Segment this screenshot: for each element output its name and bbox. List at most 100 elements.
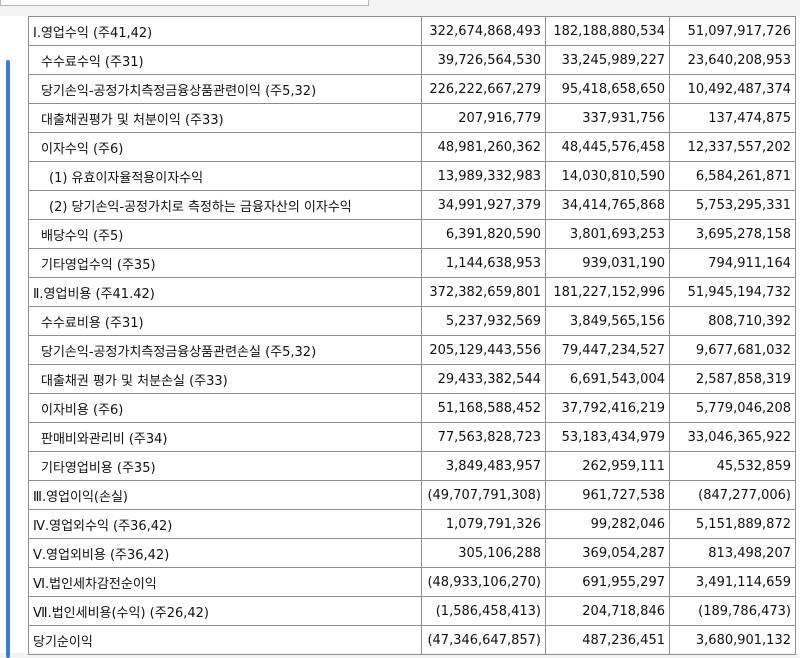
amount-cell-period-2: 487,236,451 (545, 625, 670, 655)
amount-cell-period-2: 939,031,190 (545, 248, 670, 278)
table-row: 당기순이익 (47,346,647,857) 487,236,451 3,680,90… (28, 625, 796, 655)
table-row: Ⅰ.영업수익 (주41,42) 322,674,868,493 182,188,88… (28, 16, 796, 46)
amount-cell-period-1: (48,933,106,270) (421, 567, 546, 597)
amount-cell-period-1: (1,586,458,413) (421, 596, 546, 626)
row-label: 당기손익-공정가치측정금융상품관련손실 (주5,32) (28, 335, 422, 365)
table-row: 기타영업수익 (주35) 1,144,638,953 939,031,190 794,… (28, 248, 796, 278)
amount-cell-period-2: 95,418,658,650 (545, 74, 670, 104)
row-label: Ⅴ.영업외비용 (주36,42) (28, 538, 422, 568)
amount-cell-period-3: 45,532,859 (669, 451, 796, 481)
row-label: Ⅶ.법인세비용(수익) (주26,42) (28, 596, 422, 626)
table-row: (1) 유효이자율적용이자수익 13,989,332,983 14,030,810,… (28, 161, 796, 191)
table-row: 판매비와관리비 (주34) 77,563,828,723 53,183,434,97… (28, 422, 796, 452)
amount-cell-period-2: 99,282,046 (545, 509, 670, 539)
amount-cell-period-2: 6,691,543,004 (545, 364, 670, 394)
row-label: Ⅰ.영업수익 (주41,42) (28, 16, 422, 46)
amount-cell-period-1: 207,916,779 (421, 103, 546, 133)
amount-cell-period-2: 79,447,234,527 (545, 335, 670, 365)
row-label: 이자비용 (주6) (28, 393, 422, 423)
amount-cell-period-3: 6,584,261,871 (669, 161, 796, 191)
amount-cell-period-2: 691,955,297 (545, 567, 670, 597)
amount-cell-period-1: 13,989,332,983 (421, 161, 546, 191)
row-label: 당기순이익 (28, 625, 422, 655)
amount-cell-period-3: 3,491,114,659 (669, 567, 796, 597)
table-row: 수수료비용 (주31) 5,237,932,569 3,849,565,156 808… (28, 306, 796, 336)
amount-cell-period-2: 33,245,989,227 (545, 45, 670, 75)
amount-cell-period-2: 53,183,434,979 (545, 422, 670, 452)
amount-cell-period-1: 205,129,443,556 (421, 335, 546, 365)
amount-cell-period-3: 12,337,557,202 (669, 132, 796, 162)
amount-cell-period-1: 29,433,382,544 (421, 364, 546, 394)
amount-cell-period-1: 6,391,820,590 (421, 219, 546, 249)
amount-cell-period-2: 182,188,880,534 (545, 16, 670, 46)
amount-cell-period-3: 3,680,901,132 (669, 625, 796, 655)
table-row: 배당수익 (주5) 6,391,820,590 3,801,693,253 3,695… (28, 219, 796, 249)
amount-cell-period-3: 794,911,164 (669, 248, 796, 278)
row-label: 대출채권 평가 및 처분손실 (주33) (28, 364, 422, 394)
vertical-scrollbar[interactable] (6, 60, 10, 658)
amount-cell-period-2: 369,054,287 (545, 538, 670, 568)
amount-cell-period-1: 305,106,288 (421, 538, 546, 568)
table-row: 기타영업비용 (주35) 3,849,483,957 262,959,111 45,5… (28, 451, 796, 481)
document-viewport[interactable]: Ⅰ.영업수익 (주41,42) 322,674,868,493 182,188,88… (0, 16, 800, 658)
top-toolbar-strip (0, 0, 800, 16)
top-input-box[interactable] (0, 0, 369, 6)
table-body: Ⅰ.영업수익 (주41,42) 322,674,868,493 182,188,88… (28, 16, 796, 655)
amount-cell-period-3: 10,492,487,374 (669, 74, 796, 104)
row-label: 당기손익-공정가치측정금융상품관련이익 (주5,32) (28, 74, 422, 104)
amount-cell-period-1: 39,726,564,530 (421, 45, 546, 75)
amount-cell-period-3: 9,677,681,032 (669, 335, 796, 365)
table-row: 당기손익-공정가치측정금융상품관련이익 (주5,32) 226,222,667,2… (28, 74, 796, 104)
row-label: Ⅲ.영업이익(손실) (28, 480, 422, 510)
table-row: 대출채권평가 및 처분이익 (주33) 207,916,779 337,931,75… (28, 103, 796, 133)
row-label: 대출채권평가 및 처분이익 (주33) (28, 103, 422, 133)
amount-cell-period-2: 37,792,416,219 (545, 393, 670, 423)
amount-cell-period-3: 51,097,917,726 (669, 16, 796, 46)
row-label: 수수료수익 (주31) (28, 45, 422, 75)
amount-cell-period-1: 322,674,868,493 (421, 16, 546, 46)
row-label: 기타영업수익 (주35) (28, 248, 422, 278)
amount-cell-period-3: (189,786,473) (669, 596, 796, 626)
row-label: 배당수익 (주5) (28, 219, 422, 249)
amount-cell-period-3: 33,046,365,922 (669, 422, 796, 452)
table-row: 이자수익 (주6) 48,981,260,362 48,445,576,458 12,… (28, 132, 796, 162)
amount-cell-period-2: 3,849,565,156 (545, 306, 670, 336)
amount-cell-period-1: 1,144,638,953 (421, 248, 546, 278)
table-row: 이자비용 (주6) 51,168,588,452 37,792,416,219 5,7… (28, 393, 796, 423)
row-label: Ⅱ.영업비용 (주41.42) (28, 277, 422, 307)
table-row: 당기손익-공정가치측정금융상품관련손실 (주5,32) 205,129,443,5… (28, 335, 796, 365)
amount-cell-period-3: 5,151,889,872 (669, 509, 796, 539)
amount-cell-period-3: 2,587,858,319 (669, 364, 796, 394)
amount-cell-period-1: (49,707,791,308) (421, 480, 546, 510)
amount-cell-period-2: 204,718,846 (545, 596, 670, 626)
amount-cell-period-2: 48,445,576,458 (545, 132, 670, 162)
amount-cell-period-3: 5,779,046,208 (669, 393, 796, 423)
table-row: 수수료수익 (주31) 39,726,564,530 33,245,989,227 2… (28, 45, 796, 75)
amount-cell-period-1: 51,168,588,452 (421, 393, 546, 423)
income-statement-table: Ⅰ.영업수익 (주41,42) 322,674,868,493 182,188,88… (28, 16, 796, 655)
table-row: Ⅵ.법인세차감전순이익 (48,933,106,270) 691,955,297 3,… (28, 567, 796, 597)
amount-cell-period-3: 5,753,295,331 (669, 190, 796, 220)
amount-cell-period-1: 34,991,927,379 (421, 190, 546, 220)
table-row: (2) 당기손익-공정가치로 측정하는 금융자산의 이자수익 34,991,927… (28, 190, 796, 220)
row-label: 기타영업비용 (주35) (28, 451, 422, 481)
row-label: Ⅳ.영업외수익 (주36,42) (28, 509, 422, 539)
amount-cell-period-1: 3,849,483,957 (421, 451, 546, 481)
amount-cell-period-2: 34,414,765,868 (545, 190, 670, 220)
amount-cell-period-2: 14,030,810,590 (545, 161, 670, 191)
table-row: Ⅶ.법인세비용(수익) (주26,42) (1,586,458,413) 204,7… (28, 596, 796, 626)
row-label: 이자수익 (주6) (28, 132, 422, 162)
amount-cell-period-1: 77,563,828,723 (421, 422, 546, 452)
amount-cell-period-1: 48,981,260,362 (421, 132, 546, 162)
amount-cell-period-3: (847,277,006) (669, 480, 796, 510)
row-label: 판매비와관리비 (주34) (28, 422, 422, 452)
amount-cell-period-1: 5,237,932,569 (421, 306, 546, 336)
amount-cell-period-3: 813,498,207 (669, 538, 796, 568)
row-label: (1) 유효이자율적용이자수익 (28, 161, 422, 191)
amount-cell-period-1: 226,222,667,279 (421, 74, 546, 104)
table-row: Ⅲ.영업이익(손실) (49,707,791,308) 961,727,538 (84… (28, 480, 796, 510)
amount-cell-period-2: 961,727,538 (545, 480, 670, 510)
row-label: (2) 당기손익-공정가치로 측정하는 금융자산의 이자수익 (28, 190, 422, 220)
table-row: 대출채권 평가 및 처분손실 (주33) 29,433,382,544 6,691,… (28, 364, 796, 394)
table-row: Ⅱ.영업비용 (주41.42) 372,382,659,801 181,227,15… (28, 277, 796, 307)
